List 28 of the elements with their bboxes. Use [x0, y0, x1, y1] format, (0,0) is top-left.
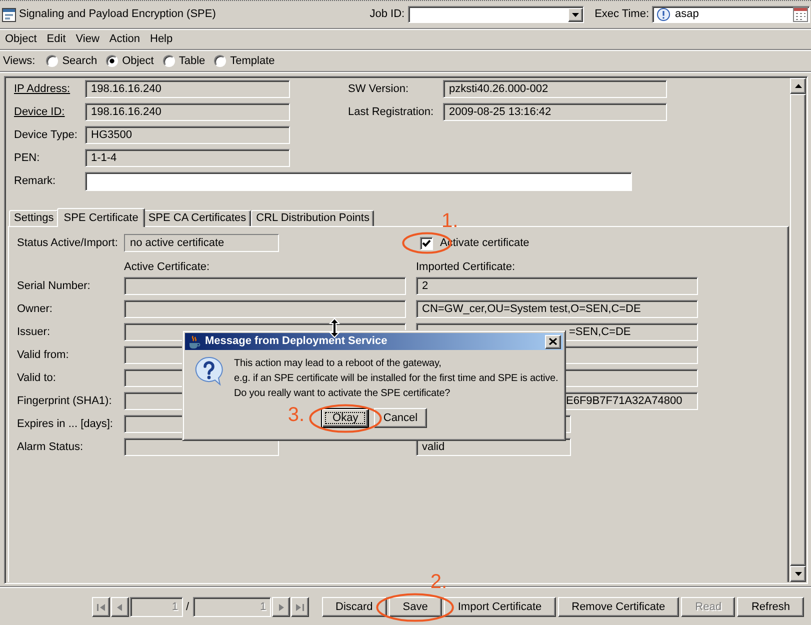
field-label: Alarm Status:	[17, 440, 84, 454]
field-label: PEN:	[14, 152, 41, 164]
field-label: Expires in ... [days]:	[17, 418, 114, 430]
annotation-number: 2.	[430, 572, 448, 592]
field-label: Valid to:	[17, 372, 57, 384]
window-title: Signaling and Payload Encryption (SPE)	[19, 8, 216, 21]
page-separator: /	[186, 600, 190, 614]
field-label: Valid from:	[17, 348, 70, 362]
field-label: Fingerprint (SHA1):	[17, 394, 113, 408]
column-header: Imported Certificate:	[416, 260, 516, 274]
field-label: Issuer:	[17, 326, 52, 338]
column-header: Active Certificate:	[124, 260, 211, 274]
field-label: Owner:	[17, 302, 54, 316]
field-label: Last Registration:	[348, 106, 435, 118]
field-label: IP Address:	[14, 82, 72, 96]
dialog-title: Message from Deployment Service	[205, 335, 388, 348]
annotation-number: 1.	[442, 211, 458, 231]
field-label: Exec Time:	[594, 8, 649, 21]
field-label: Device ID:	[14, 106, 66, 118]
dialog-message: This action may lead to a reboot of the gateway, e.g. if an SPE certificate will be installed for the first time and SPE is active. Do you really want to activate the SPE certificate?	[234, 357, 558, 401]
field-label: SW Version:	[348, 82, 410, 96]
annotation-number: 3.	[288, 405, 305, 425]
field-label: Remark:	[14, 174, 57, 188]
field-label: Device Type:	[14, 128, 78, 142]
field-label: Job ID:	[370, 8, 405, 21]
views-label: Views:	[3, 54, 36, 68]
field-label: Serial Number:	[17, 280, 92, 292]
field-label: Status Active/Import:	[17, 236, 119, 250]
